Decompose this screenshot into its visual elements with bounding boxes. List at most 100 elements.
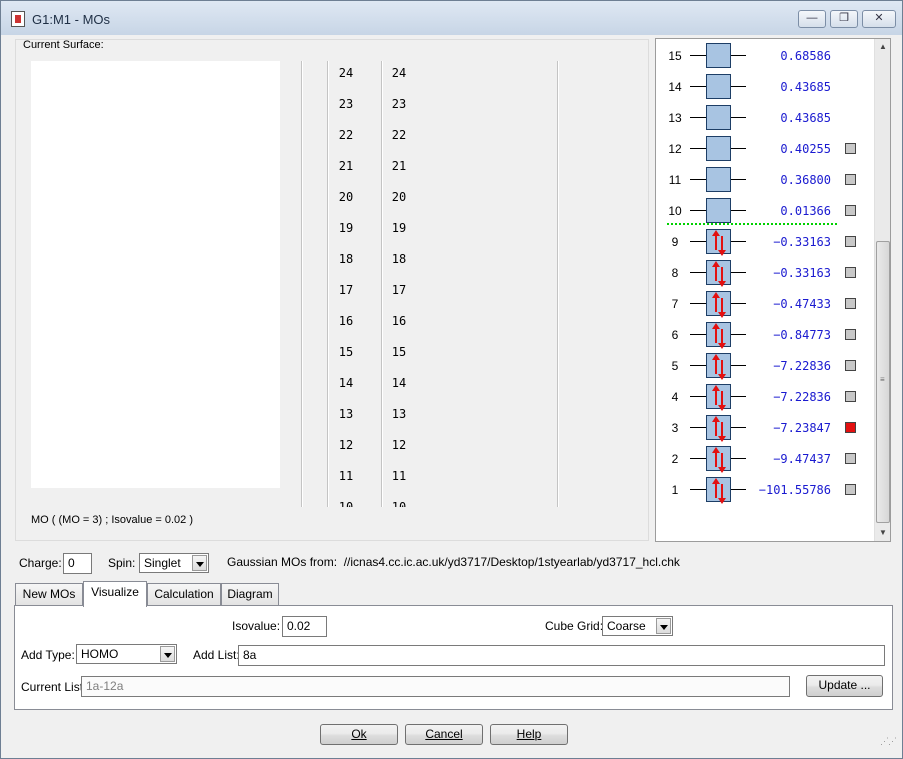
mo-number[interactable]: 23	[386, 97, 412, 111]
mo-number[interactable]: 23	[333, 97, 359, 111]
mo-select-checkbox[interactable]	[845, 453, 856, 464]
mo-number[interactable]: 24	[386, 66, 412, 80]
mo-number[interactable]: 16	[386, 314, 412, 328]
mo-level-14[interactable]: 14 0.43685	[656, 71, 890, 102]
virtual-orbital-box[interactable]	[706, 198, 731, 223]
mo-number[interactable]: 12	[333, 438, 359, 452]
mo-number[interactable]: 13	[386, 407, 412, 421]
mo-number[interactable]: 10	[386, 500, 412, 507]
mo-select-checkbox[interactable]	[845, 484, 856, 495]
virtual-orbital-box[interactable]	[706, 136, 731, 161]
mo-level-3[interactable]: 3 −7.23847	[656, 412, 890, 443]
mo-level-4[interactable]: 4 −7.22836	[656, 381, 890, 412]
isovalue-input[interactable]: 0.02	[282, 616, 327, 637]
mo-level-13[interactable]: 13 0.43685	[656, 102, 890, 133]
scroll-thumb[interactable]: ≡	[876, 241, 890, 523]
mo-number[interactable]: 20	[333, 190, 359, 204]
virtual-orbital-box[interactable]	[706, 43, 731, 68]
mo-number[interactable]: 11	[386, 469, 412, 483]
mo-level-8[interactable]: 8 −0.33163	[656, 257, 890, 288]
close-button[interactable]: ✕	[862, 10, 896, 28]
mo-level-11[interactable]: 11 0.36800	[656, 164, 890, 195]
mo-level-9[interactable]: 9 −0.33163	[656, 226, 890, 257]
chevron-down-icon[interactable]	[160, 646, 175, 662]
mo-select-checkbox[interactable]	[845, 422, 856, 433]
mo-number[interactable]: 15	[333, 345, 359, 359]
mo-number[interactable]: 22	[333, 128, 359, 142]
scroll-up-arrow-icon[interactable]: ▲	[875, 39, 891, 55]
resize-grip-icon[interactable]: ⋰⋰	[880, 736, 897, 747]
virtual-orbital-box[interactable]	[706, 74, 731, 99]
mo-select-checkbox[interactable]	[845, 391, 856, 402]
cube-grid-select[interactable]: Coarse	[602, 616, 673, 636]
scroll-down-arrow-icon[interactable]: ▼	[875, 525, 891, 541]
mo-number[interactable]: 18	[386, 252, 412, 266]
mo-number[interactable]: 16	[333, 314, 359, 328]
mo-select-checkbox[interactable]	[845, 329, 856, 340]
surface-canvas[interactable]	[31, 61, 280, 488]
mo-column-beta[interactable]: 24 23 22 21 20 19 18 17 16 15 14 13 12 11 10	[386, 61, 414, 507]
mo-number[interactable]: 14	[386, 376, 412, 390]
occupied-orbital-box[interactable]	[706, 353, 731, 380]
spin-select[interactable]: Singlet	[139, 553, 209, 573]
virtual-orbital-box[interactable]	[706, 167, 731, 192]
mo-level-15[interactable]: 15 0.68586	[656, 40, 890, 71]
mo-energy-diagram[interactable]: 15 0.68586 14 0.43685 13 0.43685 12 0.40255 11 0.…	[655, 38, 891, 542]
mo-number[interactable]: 22	[386, 128, 412, 142]
mo-select-checkbox[interactable]	[845, 205, 856, 216]
mo-number[interactable]: 13	[333, 407, 359, 421]
chevron-down-icon[interactable]	[192, 555, 207, 571]
mo-number[interactable]: 19	[333, 221, 359, 235]
mo-select-checkbox[interactable]	[845, 298, 856, 309]
mo-number[interactable]: 18	[333, 252, 359, 266]
tab-diagram[interactable]: Diagram	[221, 583, 279, 606]
occupied-orbital-box[interactable]	[706, 446, 731, 473]
mo-level-10[interactable]: 10 0.01366	[656, 195, 890, 226]
mo-level-6[interactable]: 6 −0.84773	[656, 319, 890, 350]
mo-column-alpha[interactable]: 24 23 22 21 20 19 18 17 16 15 14 13 12 11 10	[333, 61, 361, 507]
mo-level-1[interactable]: 1 −101.55786	[656, 474, 890, 505]
occupied-orbital-box[interactable]	[706, 291, 731, 318]
mo-select-checkbox[interactable]	[845, 267, 856, 278]
occupied-orbital-box[interactable]	[706, 229, 731, 256]
tab-new-mos[interactable]: New MOs	[15, 583, 83, 606]
occupied-orbital-box[interactable]	[706, 415, 731, 442]
mo-level-5[interactable]: 5 −7.22836	[656, 350, 890, 381]
occupied-orbital-box[interactable]	[706, 384, 731, 411]
title-bar[interactable]: G1:M1 - MOs — ❐ ✕	[1, 1, 902, 35]
diagram-scrollbar[interactable]: ▲ ≡ ▼	[874, 39, 890, 541]
maximize-button[interactable]: ❐	[830, 10, 858, 28]
mo-select-checkbox[interactable]	[845, 174, 856, 185]
tab-visualize[interactable]: Visualize	[83, 581, 147, 607]
mo-number[interactable]: 20	[386, 190, 412, 204]
mo-select-checkbox[interactable]	[845, 143, 856, 154]
mo-number[interactable]: 11	[333, 469, 359, 483]
mo-number[interactable]: 17	[333, 283, 359, 297]
add-list-input[interactable]: 8a	[238, 645, 885, 666]
mo-level-2[interactable]: 2 −9.47437	[656, 443, 890, 474]
mo-level-7[interactable]: 7 −0.47433	[656, 288, 890, 319]
mo-number[interactable]: 14	[333, 376, 359, 390]
mo-level-12[interactable]: 12 0.40255	[656, 133, 890, 164]
mo-number[interactable]: 12	[386, 438, 412, 452]
mo-number[interactable]: 17	[386, 283, 412, 297]
help-button[interactable]: Help	[490, 724, 568, 745]
mo-number[interactable]: 15	[386, 345, 412, 359]
minimize-button[interactable]: —	[798, 10, 826, 28]
occupied-orbital-box[interactable]	[706, 322, 731, 349]
chevron-down-icon[interactable]	[656, 618, 671, 634]
mo-number[interactable]: 10	[333, 500, 359, 507]
mo-select-checkbox[interactable]	[845, 360, 856, 371]
charge-input[interactable]: 0	[63, 553, 92, 574]
virtual-orbital-box[interactable]	[706, 105, 731, 130]
occupied-orbital-box[interactable]	[706, 477, 731, 504]
mo-number[interactable]: 19	[386, 221, 412, 235]
mo-select-checkbox[interactable]	[845, 236, 856, 247]
cancel-button[interactable]: Cancel	[405, 724, 483, 745]
ok-button[interactable]: Ok	[320, 724, 398, 745]
mo-number[interactable]: 24	[333, 66, 359, 80]
mo-number[interactable]: 21	[386, 159, 412, 173]
occupied-orbital-box[interactable]	[706, 260, 731, 287]
mo-number[interactable]: 21	[333, 159, 359, 173]
tab-calculation[interactable]: Calculation	[147, 583, 221, 606]
